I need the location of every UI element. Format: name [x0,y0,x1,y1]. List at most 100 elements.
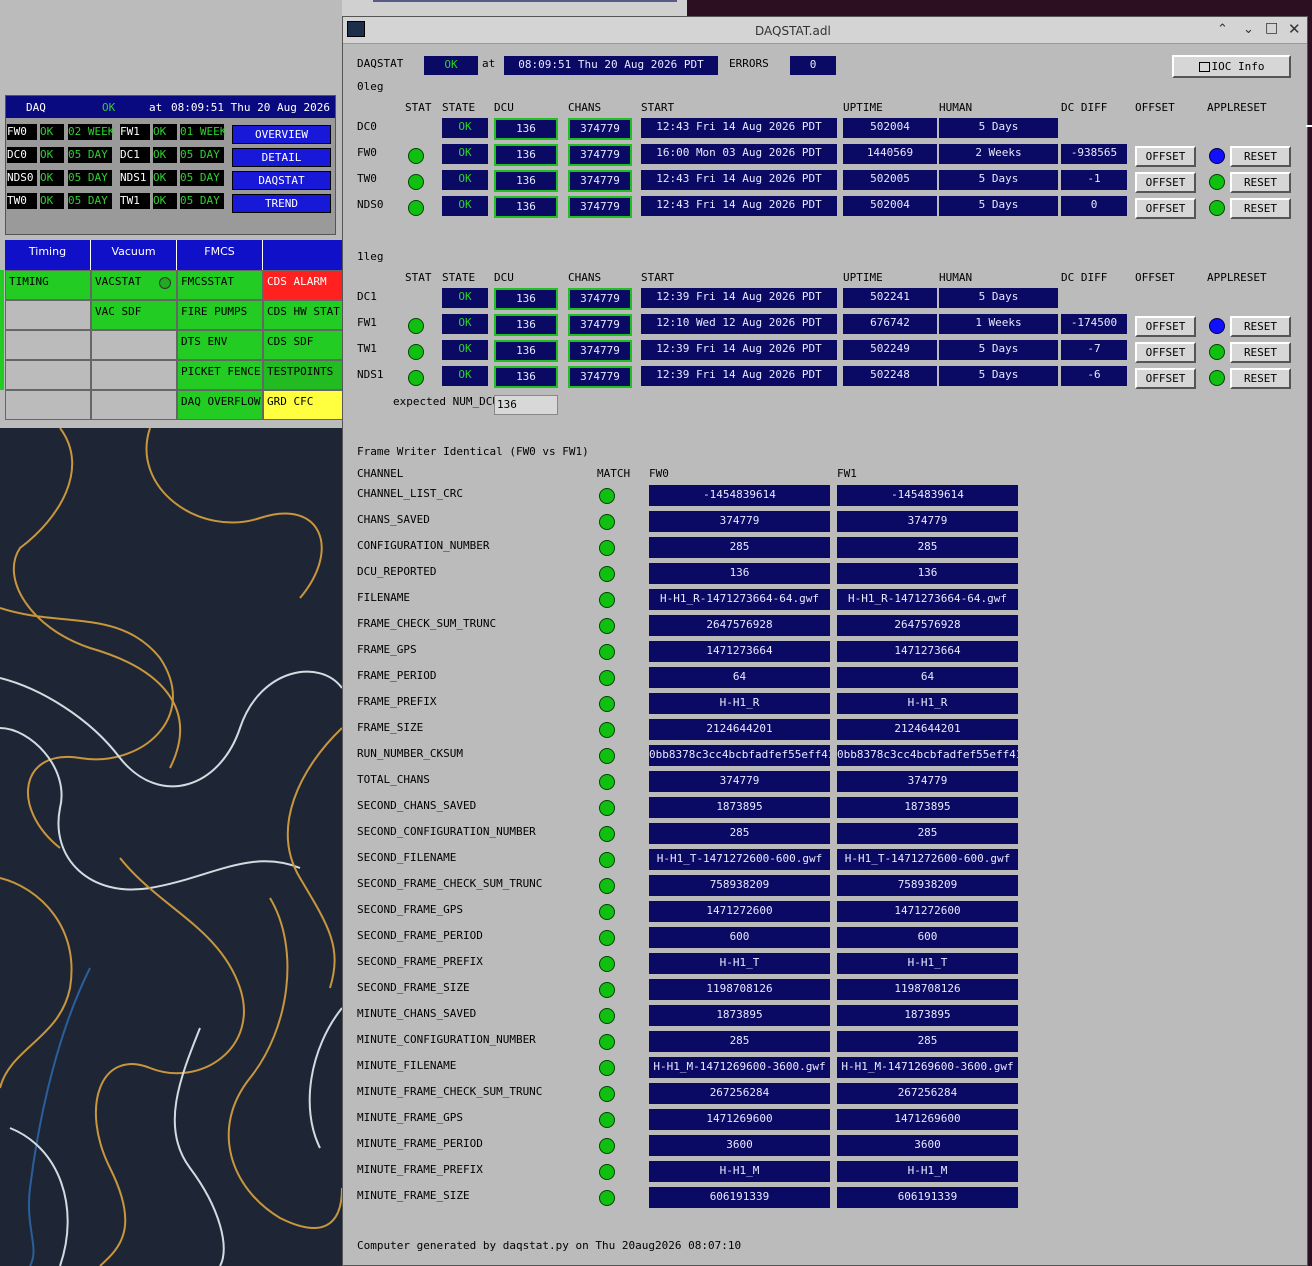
offset-button[interactable]: OFFSET [1135,316,1196,337]
offset-button[interactable]: OFFSET [1135,146,1196,167]
reset-button[interactable]: RESET [1230,316,1291,337]
col-header-start: START [641,101,675,114]
ioc-info-button[interactable]: IOC Info [1172,55,1291,78]
fw0-value: 1198708126 [649,979,830,1000]
fw1-value: 758938209 [837,875,1018,896]
fw1-value: 606191339 [837,1187,1018,1208]
grid-cell-cds-sdf[interactable]: CDS SDF [263,330,345,360]
fw-channel-name: MINUTE_FILENAME [357,1059,457,1072]
dcu-value: 136 [494,314,558,336]
grid-cell-cds-alarm[interactable]: CDS ALARM [263,270,345,300]
daq-row-a2: 01 WEEK [180,124,227,140]
match-led [599,930,615,946]
dc-diff-value: -174500 [1061,314,1127,334]
node-name: TW1 [357,342,377,355]
maximize-icon[interactable]: □ [1265,20,1278,36]
fw1-value: H-H1_M [837,1161,1018,1182]
offset-button[interactable]: OFFSET [1135,198,1196,219]
desktop-strip-right [1308,16,1312,1266]
fw-channel-name: MINUTE_FRAME_CHECK_SUM_TRUNC [357,1085,543,1098]
daq-nav-button-daqstat[interactable]: DAQSTAT [232,171,331,190]
fw0-value: 1471269600 [649,1109,830,1130]
daq-row-n1: FW0 [7,124,37,140]
daq-row-s2: OK [153,170,177,186]
window-edge-line [373,0,677,2]
grid-cell-vac-sdf[interactable]: VAC SDF [91,300,177,330]
errors-label: ERRORS [729,57,769,70]
fw1-value: 1471272600 [837,901,1018,922]
daq-row-a2: 05 DAY [180,170,224,186]
leg-title: 1leg [357,250,384,263]
match-led [599,800,615,816]
dc-diff-value: -1 [1061,170,1127,190]
fw1-value: 136 [837,563,1018,584]
fw1-value: 1471273664 [837,641,1018,662]
fw1-value: H-H1_R-1471273664-64.gwf [837,589,1018,610]
start-value: 12:43 Fri 14 Aug 2026 PDT [641,118,837,138]
daq-nav-button-trend[interactable]: TREND [232,194,331,213]
fw0-value: 1873895 [649,797,830,818]
grid-cell-testpoints[interactable]: TESTPOINTS [263,360,345,390]
grid-cell-daq-overflow[interactable]: DAQ OVERFLOW [177,390,263,420]
fw-channel-name: CHANNEL_LIST_CRC [357,487,463,500]
state-value: OK [442,366,488,386]
appl-led [1209,370,1225,386]
reset-button[interactable]: RESET [1230,368,1291,389]
start-value: 16:00 Mon 03 Aug 2026 PDT [641,144,837,164]
daq-row-n2: DC1 [120,147,150,163]
reset-button[interactable]: RESET [1230,146,1291,167]
grid-cell-timing[interactable]: TIMING [5,270,91,300]
grid-header-0: Timing [5,240,91,270]
fw-channel-name: FRAME_PREFIX [357,695,437,708]
close-icon[interactable]: ✕ [1288,20,1301,38]
fw0-value: 136 [649,563,830,584]
stat-led [408,200,424,216]
match-led [599,1112,615,1128]
fw1-value: 285 [837,537,1018,558]
reset-button[interactable]: RESET [1230,172,1291,193]
fw1-value: 1873895 [837,1005,1018,1026]
fw-channel-name: SECOND_FRAME_SIZE [357,981,470,994]
fw1-value: 2124644201 [837,719,1018,740]
col-header-state: STATE [442,271,476,284]
col-header-offset: OFFSET [1135,101,1175,114]
minimize-icon[interactable]: ⌃ [1217,22,1228,37]
col-header-human: HUMAN [939,271,973,284]
grid-cell-dts-env[interactable]: DTS ENV [177,330,263,360]
col-header-state: STATE [442,101,476,114]
offset-button[interactable]: OFFSET [1135,172,1196,193]
desktop-wallpaper [0,428,342,1266]
fw-channel-name: MINUTE_FRAME_SIZE [357,1189,470,1202]
reset-button[interactable]: RESET [1230,198,1291,219]
fw0-value: 0bb8378c3cc4bcbfadfef55eff414a [649,745,830,766]
fw0-value: H-H1_R-1471273664-64.gwf [649,589,830,610]
col-header-start: START [641,271,675,284]
uptime-value: 502241 [843,288,937,308]
grid-cell-cds-hw-stat[interactable]: CDS HW STAT [263,300,345,330]
fw-title: Frame Writer Identical (FW0 vs FW1) [357,445,589,458]
grid-cell-grd-cfc[interactable]: GRD CFC [263,390,345,420]
daq-nav-button-overview[interactable]: OVERVIEW [232,125,331,144]
grid-cell-fire-pumps[interactable]: FIRE PUMPS [177,300,263,330]
expected-num-dcu-input[interactable]: 136 [494,395,558,415]
fw1-value: 1471269600 [837,1109,1018,1130]
daq-row-n1: NDS0 [7,170,37,186]
grid-cell-picket-fence[interactable]: PICKET FENCE [177,360,263,390]
node-name: NDS1 [357,368,384,381]
grid-cell-fmcsstat[interactable]: FMCSSTAT [177,270,263,300]
fw1-value: H-H1_T [837,953,1018,974]
daq-row-s2: OK [153,124,177,140]
node-name: FW0 [357,146,377,159]
fw1-value: 64 [837,667,1018,688]
daq-nav-button-detail[interactable]: DETAIL [232,148,331,167]
col-header-chans: CHANS [568,101,602,114]
offset-button[interactable]: OFFSET [1135,342,1196,363]
reset-button[interactable]: RESET [1230,342,1291,363]
fw0-value: 606191339 [649,1187,830,1208]
fw0-value: H-H1_M [649,1161,830,1182]
col-header-uptime: UPTIME [843,101,883,114]
dcu-value: 136 [494,366,558,388]
collapse-icon[interactable]: ⌄ [1243,22,1254,37]
fw1-value: -1454839614 [837,485,1018,506]
offset-button[interactable]: OFFSET [1135,368,1196,389]
